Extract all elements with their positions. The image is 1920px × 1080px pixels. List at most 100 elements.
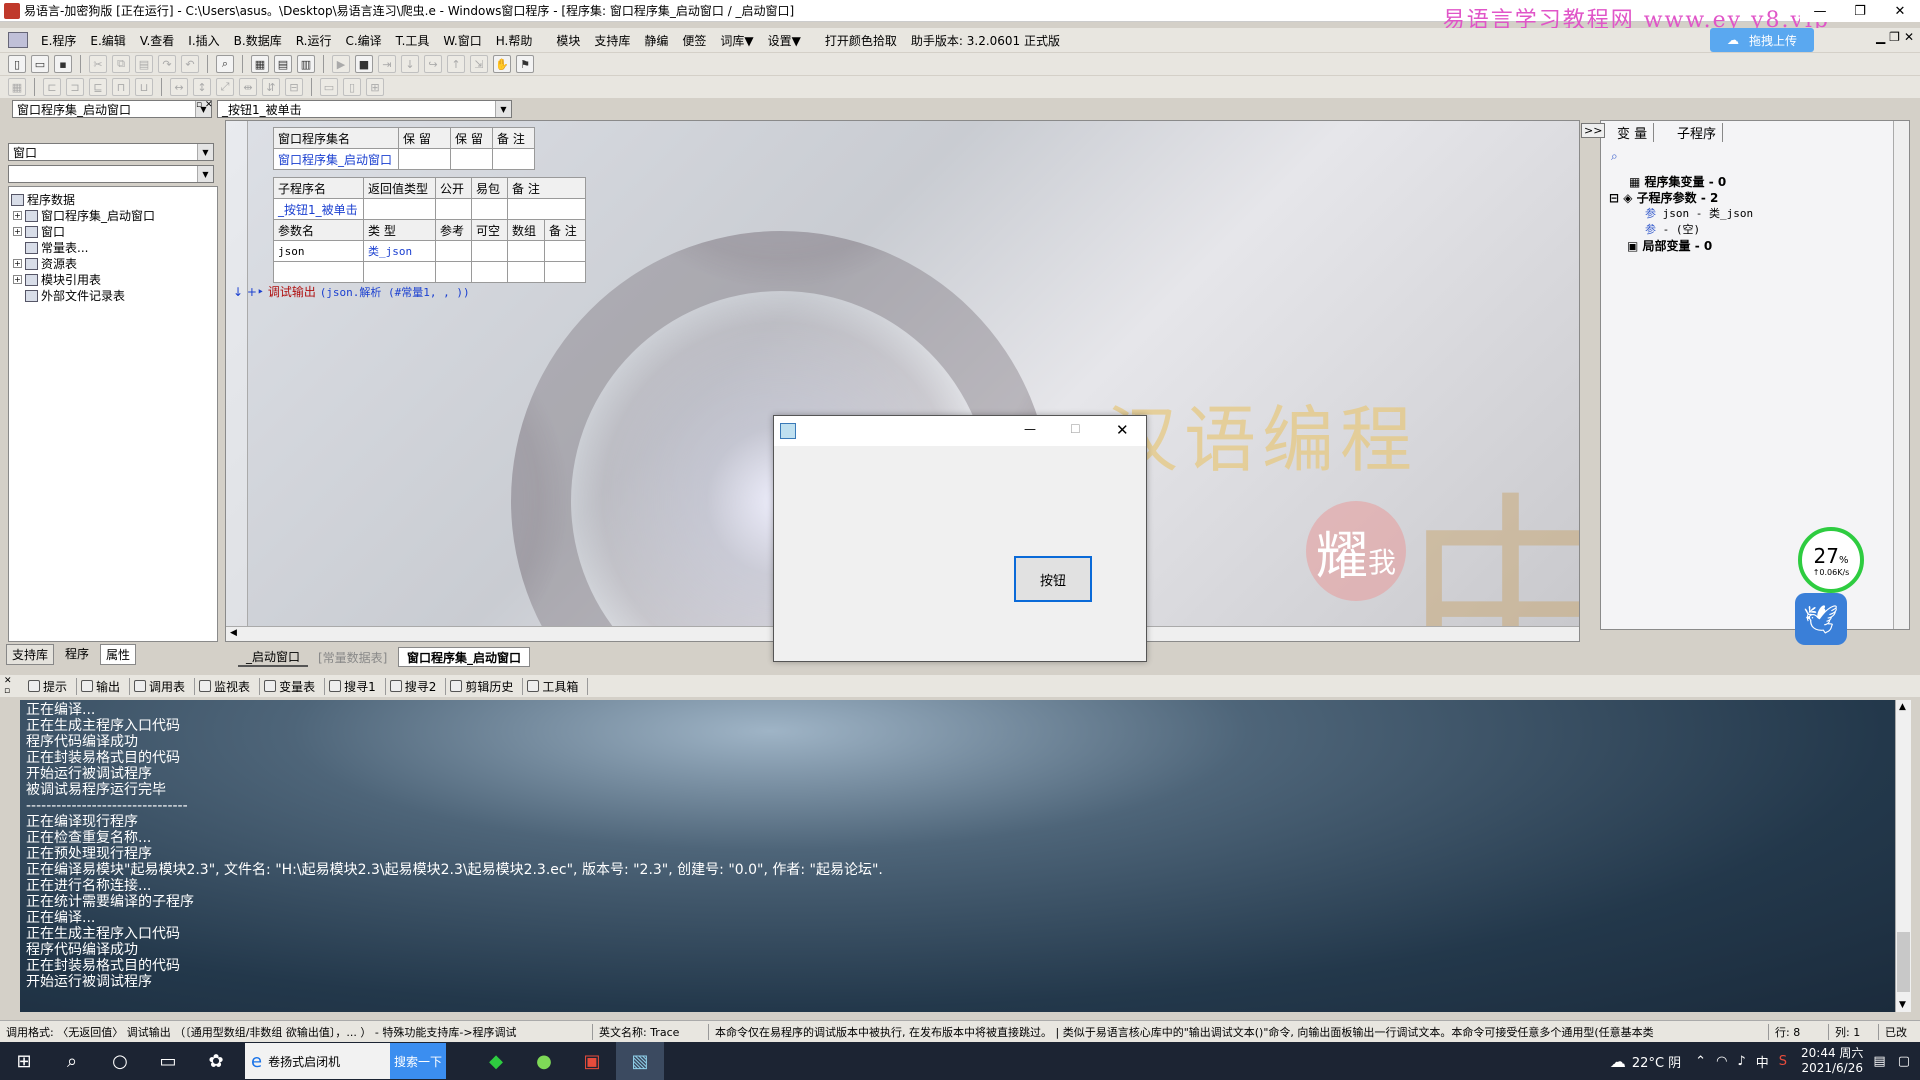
align-grid-icon[interactable]: ▦ (8, 78, 26, 96)
empty-cell[interactable] (363, 261, 436, 283)
new-file-icon[interactable]: ▯ (8, 55, 26, 73)
object-select[interactable]: 窗口 ▼ (8, 143, 214, 161)
lock-icon[interactable]: ⊞ (366, 78, 384, 96)
center-h-icon[interactable]: ⊟ (285, 78, 303, 96)
cortana-icon[interactable]: ○ (96, 1042, 144, 1080)
table-cell[interactable] (471, 240, 508, 262)
expand-icon[interactable]: + (13, 275, 22, 284)
output-vscrollbar[interactable]: ▲ ▼ (1895, 700, 1911, 1012)
empty-cell[interactable] (273, 261, 364, 283)
action-center-icon[interactable]: ▢ (1898, 1054, 1910, 1069)
tab-hint[interactable]: 提示 (24, 677, 78, 695)
sogou-icon[interactable]: S (1779, 1054, 1787, 1069)
wifi-icon[interactable]: ◠ (1716, 1054, 1727, 1069)
redo-icon[interactable]: ↷ (158, 55, 176, 73)
align-top-icon[interactable]: ⊓ (112, 78, 130, 96)
empty-cell[interactable] (507, 261, 545, 283)
subroutine-name-cell[interactable]: _按钮1_被单击 (273, 198, 364, 220)
same-width-icon[interactable]: ↔ (170, 78, 188, 96)
tab-program[interactable]: 程序 (60, 644, 94, 665)
menu-compile[interactable]: C.编译 (338, 32, 388, 49)
run-icon[interactable]: ▶ (332, 55, 350, 73)
var-item-json[interactable]: 参 json - 类_json (1645, 205, 1753, 221)
param-type-cell[interactable]: 类_json (363, 240, 436, 262)
menu-edit[interactable]: E.编辑 (83, 32, 132, 49)
scroll-down-icon[interactable]: ▼ (1899, 1000, 1906, 1010)
menu-tools[interactable]: T.工具 (389, 32, 437, 49)
table-cell[interactable] (507, 240, 545, 262)
tray-chevron-icon[interactable]: ⌃ (1695, 1054, 1706, 1069)
tab-search2[interactable]: 搜寻2 (386, 677, 447, 695)
epl-ide-icon[interactable]: ▣ (568, 1042, 616, 1080)
mdi-minimize-icon[interactable]: ▁ (1876, 30, 1885, 44)
tab-output[interactable]: 输出 (77, 677, 131, 695)
tree-item-window[interactable]: + 窗口 (13, 223, 65, 240)
align-right-icon[interactable]: ⊑ (89, 78, 107, 96)
stop-icon[interactable]: ■ (355, 55, 373, 73)
breakpoint-arrow-icon[interactable]: ↓ +‣ (233, 285, 264, 299)
undo-icon[interactable]: ↶ (181, 55, 199, 73)
windows-start-icon[interactable]: ⊞ (0, 1042, 48, 1080)
pin-icon[interactable]: ▫ ✕ (196, 100, 213, 110)
menu-insert[interactable]: I.插入 (181, 32, 226, 49)
param-name-cell[interactable]: json (273, 240, 364, 262)
empty-cell[interactable] (543, 261, 587, 283)
tree-item-resources[interactable]: + 资源表 (13, 255, 77, 272)
menu-view[interactable]: V.查看 (133, 32, 181, 49)
menu-static[interactable]: 静编 (637, 32, 675, 49)
scroll-up-icon[interactable]: ▲ (1899, 702, 1906, 712)
network-speed-widget[interactable]: 27% ↑0.06K/s (1798, 527, 1864, 593)
tree-item-program-data[interactable]: 程序数据 (11, 191, 75, 208)
menu-window[interactable]: W.窗口 (436, 32, 488, 49)
collapse-icon[interactable]: ⊟ (1609, 191, 1623, 205)
expand-icon[interactable]: + (13, 227, 22, 236)
menu-database[interactable]: B.数据库 (227, 32, 289, 49)
minimize-icon[interactable]: — (1800, 0, 1840, 22)
paste-icon[interactable]: ▤ (135, 55, 153, 73)
notification-icon[interactable]: ▤ (1873, 1054, 1885, 1069)
tab-clip-history[interactable]: 剪辑历史 (446, 677, 524, 695)
mdi-restore-icon[interactable]: ❐ (1889, 30, 1900, 44)
cut-icon[interactable]: ✂ (89, 55, 107, 73)
tree-item-assembly[interactable]: + 窗口程序集_启动窗口 (13, 207, 155, 224)
table-cell[interactable] (471, 198, 508, 220)
tab-subroutines[interactable]: 子程序 (1671, 123, 1724, 142)
same-size-icon[interactable]: ⤢ (216, 78, 234, 96)
minimize-icon[interactable]: — (1024, 422, 1036, 436)
weather-temp[interactable]: 22°C 阴 (1632, 1052, 1681, 1071)
var-group-assembly[interactable]: ▦ 程序集变量 - 0 (1629, 173, 1726, 190)
table-cell[interactable] (435, 198, 472, 220)
table-cell[interactable] (543, 240, 587, 262)
step-over-icon[interactable]: ↪ (424, 55, 442, 73)
tab-constant-table[interactable]: [常量数据表] (310, 647, 395, 667)
ie-search-box[interactable]: e 卷扬式启闭机 (245, 1043, 390, 1079)
table-cell[interactable] (435, 240, 472, 262)
center-form-v-icon[interactable]: ▯ (343, 78, 361, 96)
running-app-icon[interactable]: ▧ (616, 1042, 664, 1080)
clock[interactable]: 20:44 周六 2021/6/26 (1801, 1046, 1863, 1076)
tab-variables-out[interactable]: 变量表 (260, 677, 326, 695)
menu-color-picker[interactable]: 打开颜色拾取 (818, 32, 904, 49)
align-left-icon[interactable]: ⊏ (43, 78, 61, 96)
tab-search1[interactable]: 搜寻1 (325, 677, 386, 695)
event-select[interactable]: ▼ (8, 165, 214, 183)
tab-support-lib[interactable]: 支持库 (6, 644, 55, 665)
same-height-icon[interactable]: ↕ (193, 78, 211, 96)
assembly-select[interactable]: 窗口程序集_启动窗口 ▼ (12, 100, 212, 118)
maximize-icon[interactable]: ❐ (1840, 0, 1880, 22)
menu-notes[interactable]: 便签 (675, 32, 713, 49)
tree-item-modules[interactable]: + 模块引用表 (13, 271, 101, 288)
open-folder-icon[interactable]: ▭ (31, 55, 49, 73)
layout-1-icon[interactable]: ▦ (251, 55, 269, 73)
step-into-icon[interactable]: ↓ (401, 55, 419, 73)
green-diamond-app-icon[interactable]: ◆ (472, 1042, 520, 1080)
menu-module[interactable]: 模块 (549, 32, 587, 49)
run-to-cursor-icon[interactable]: ⇲ (470, 55, 488, 73)
tab-variables[interactable]: 变 量 (1611, 123, 1655, 142)
align-center-icon[interactable]: ⊐ (66, 78, 84, 96)
assembly-name-cell[interactable]: 窗口程序集_启动窗口 (273, 148, 399, 170)
copy-icon[interactable]: ⧉ (112, 55, 130, 73)
hand-icon[interactable]: ✋ (493, 55, 511, 73)
var-group-local[interactable]: ▣ 局部变量 - 0 (1627, 237, 1712, 254)
green-circle-app-icon[interactable]: ● (520, 1042, 568, 1080)
